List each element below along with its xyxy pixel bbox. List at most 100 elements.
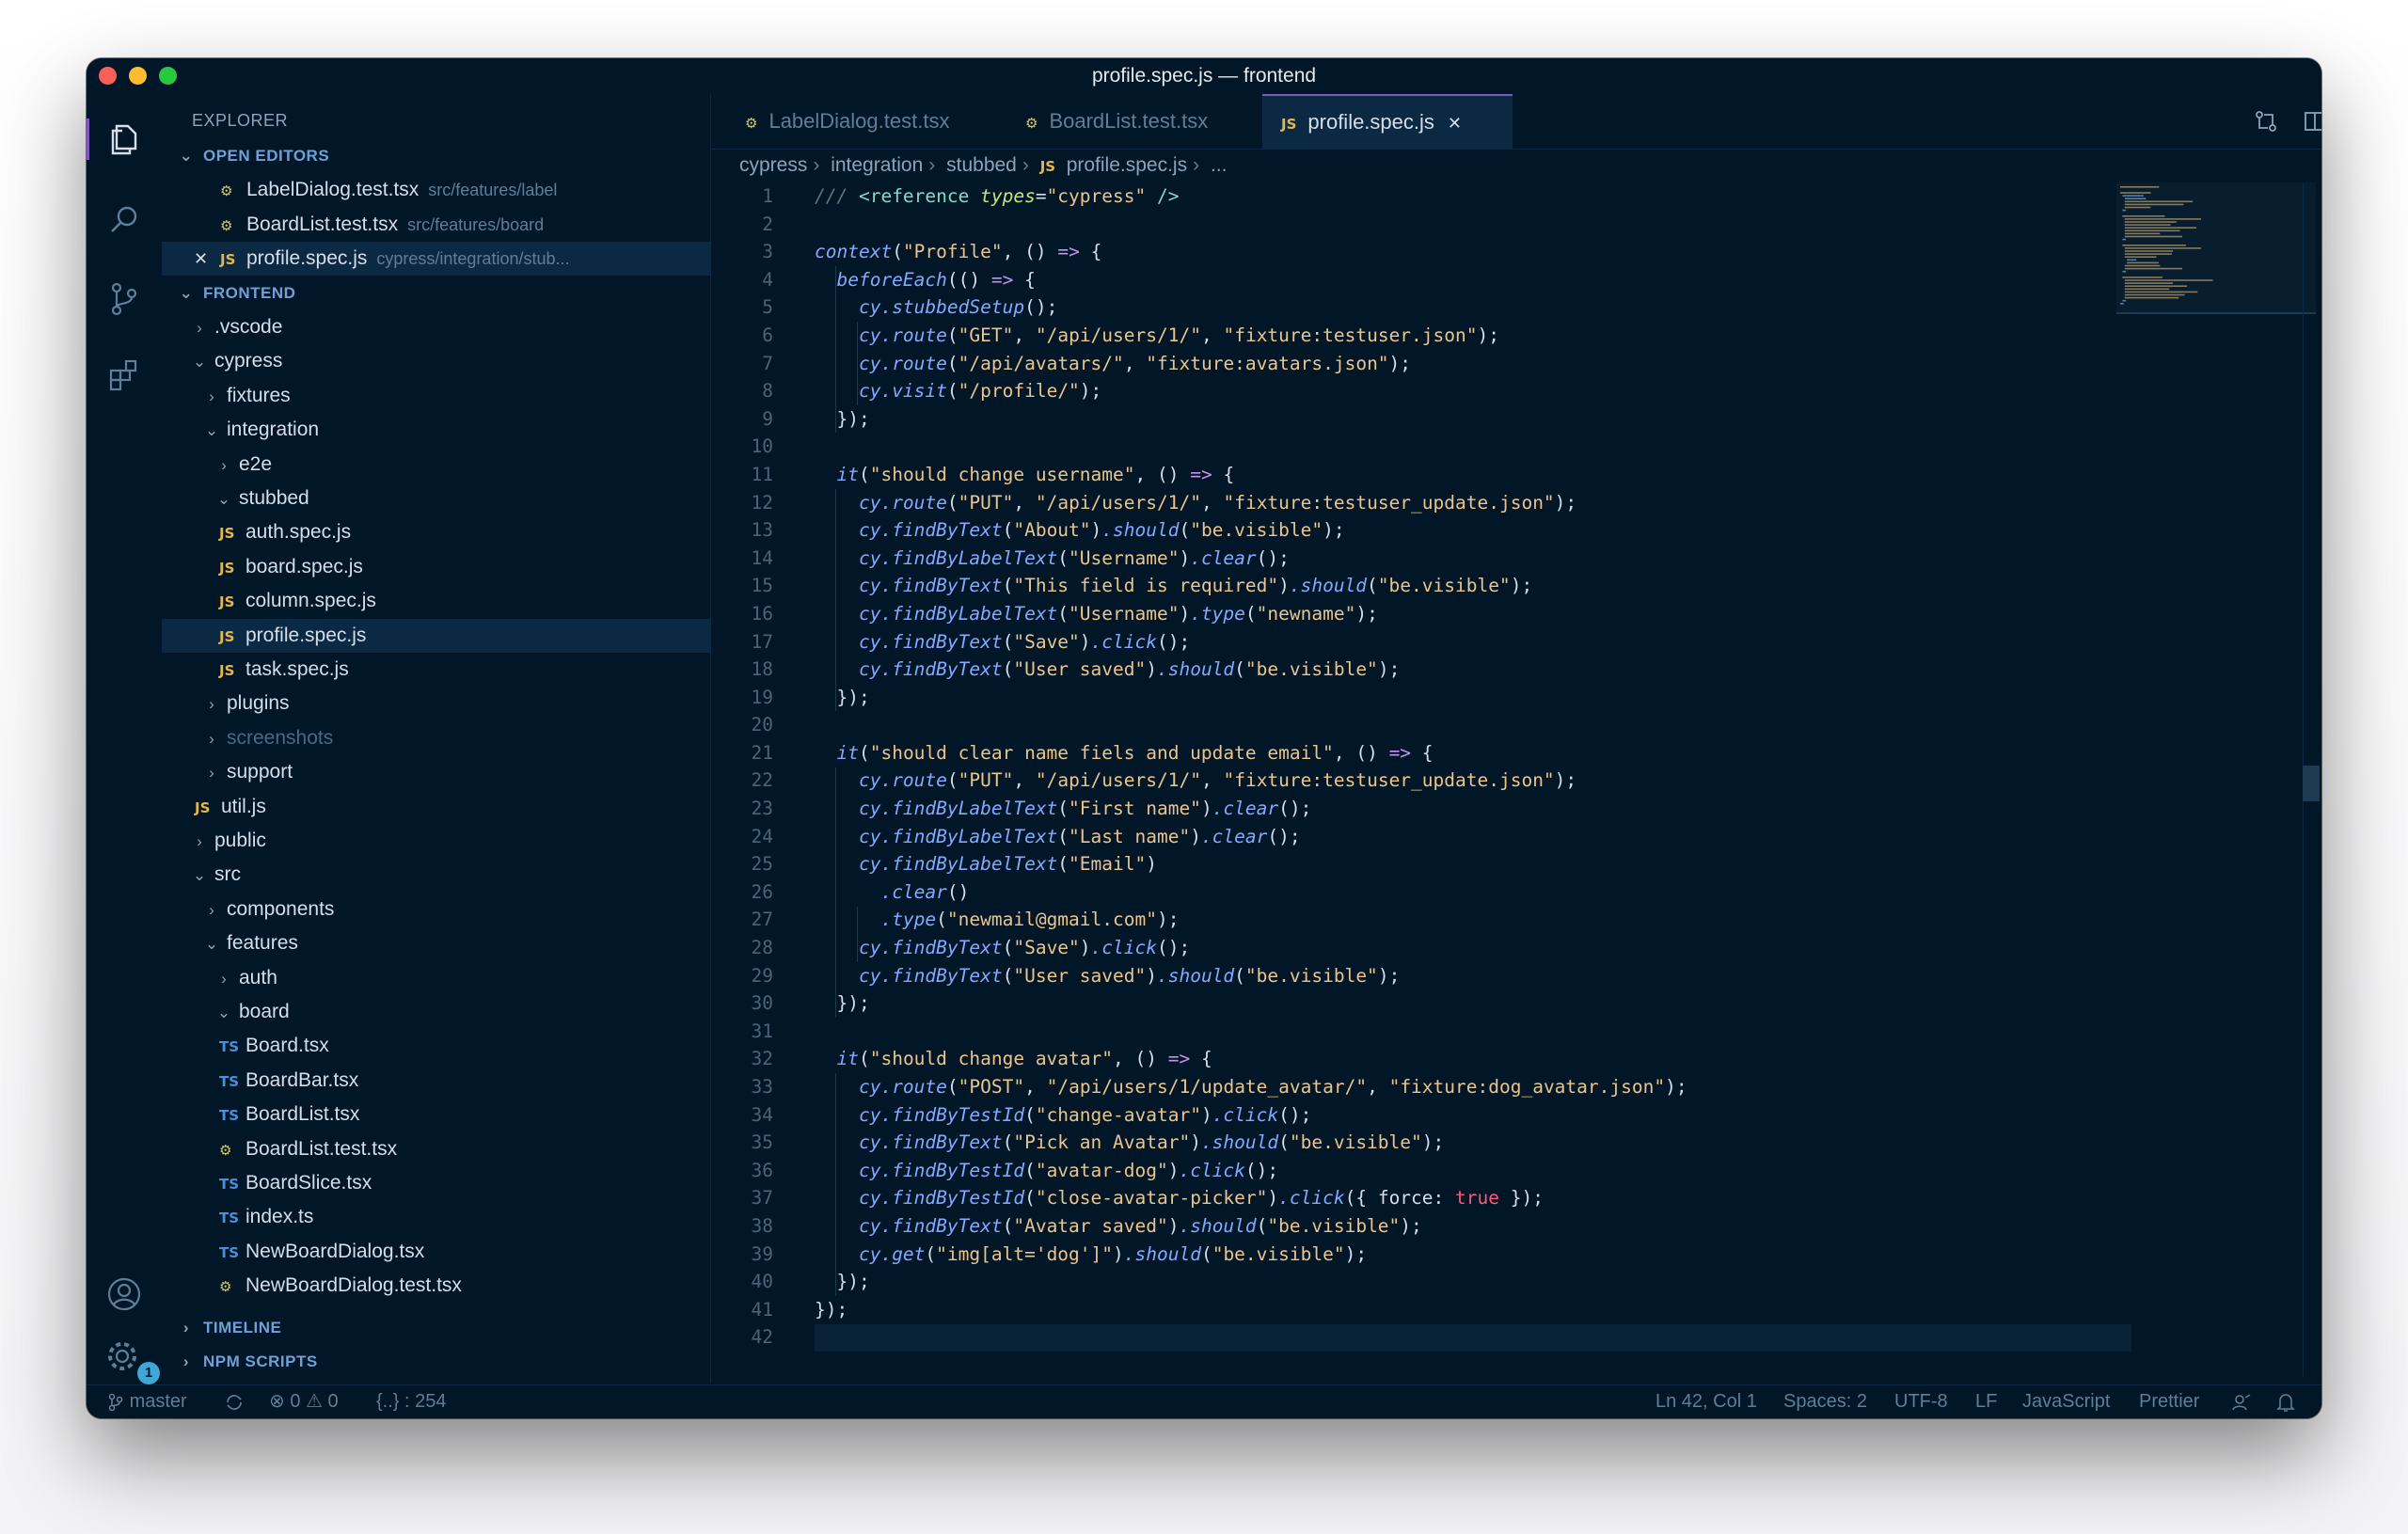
- search-activity-button[interactable]: [103, 199, 145, 241]
- tab-boardlist-test-tsx[interactable]: ⚙ BoardList.test.tsx: [1006, 94, 1266, 149]
- code-line[interactable]: cy.route("PUT", "/api/users/1/", "fixtur…: [815, 489, 1687, 517]
- code-line[interactable]: /// <reference types="cypress" />: [815, 182, 1687, 211]
- code-line[interactable]: cy.visit("/profile/");: [815, 377, 1687, 405]
- code-line[interactable]: });: [815, 1296, 1687, 1324]
- breadcrumb-item[interactable]: cypress: [739, 154, 807, 176]
- code-line[interactable]: cy.findByLabelText("Username").type("new…: [815, 600, 1687, 628]
- tree-file[interactable]: ⚙ BoardList.test.tsx: [162, 1132, 710, 1166]
- tree-folder[interactable]: ⌄ src: [162, 858, 710, 892]
- code-line[interactable]: cy.findByLabelText("First name").clear()…: [815, 795, 1687, 823]
- frontend-folder-section[interactable]: ⌄ FRONTEND: [162, 277, 710, 310]
- code-line[interactable]: });: [815, 1268, 1687, 1296]
- tree-file[interactable]: JS board.spec.js: [162, 550, 710, 584]
- source-control-activity-button[interactable]: [103, 278, 145, 320]
- notifications-button[interactable]: [2276, 1385, 2295, 1417]
- symbols-status[interactable]: {..} : 254: [376, 1385, 447, 1417]
- code-line[interactable]: cy.findByTestId("avatar-dog").click();: [815, 1157, 1687, 1185]
- code-line[interactable]: [815, 1018, 1687, 1046]
- code-line[interactable]: cy.findByLabelText("Username").clear();: [815, 545, 1687, 573]
- code-line[interactable]: cy.findByText("User saved").should("be.v…: [815, 656, 1687, 684]
- code-line[interactable]: beforeEach(() => {: [815, 266, 1687, 294]
- code-line[interactable]: cy.findByText("Pick an Avatar").should("…: [815, 1129, 1687, 1157]
- tree-folder[interactable]: › public: [162, 824, 710, 858]
- open-editors-section[interactable]: ⌄ OPEN EDITORS: [162, 139, 710, 173]
- open-editor-item[interactable]: ⚙ BoardList.test.tsx src/features/board: [162, 208, 710, 242]
- tree-folder[interactable]: › fixtures: [162, 379, 710, 413]
- branch-status[interactable]: master: [107, 1385, 187, 1417]
- indentation-status[interactable]: Spaces: 2: [1783, 1385, 1867, 1417]
- code-line[interactable]: cy.route("GET", "/api/users/1/", "fixtur…: [815, 322, 1687, 350]
- code-line[interactable]: .clear(): [815, 878, 1687, 907]
- code-line[interactable]: cy.get("img[alt='dog']").should("be.visi…: [815, 1241, 1687, 1269]
- tree-file[interactable]: JS auth.spec.js: [162, 515, 710, 549]
- code-line[interactable]: context("Profile", () => {: [815, 238, 1687, 266]
- scrollbar-thumb[interactable]: [2303, 766, 2320, 801]
- close-icon[interactable]: ✕: [1448, 114, 1462, 133]
- explorer-activity-button[interactable]: [87, 119, 165, 160]
- timeline-section[interactable]: › TIMELINE: [162, 1311, 710, 1345]
- tab-labeldialog-test-tsx[interactable]: ⚙ LabelDialog.test.tsx: [726, 94, 999, 149]
- open-editor-item[interactable]: ⚙ LabelDialog.test.tsx src/features/label: [162, 173, 710, 207]
- code-line[interactable]: cy.route("/api/avatars/", "fixture:avata…: [815, 350, 1687, 378]
- cursor-position-status[interactable]: Ln 42, Col 1: [1656, 1385, 1757, 1417]
- tab-profile-spec-js[interactable]: JS profile.spec.js ✕: [1262, 94, 1513, 149]
- tree-folder[interactable]: › screenshots: [162, 721, 710, 755]
- code-line[interactable]: cy.findByTestId("close-avatar-picker").c…: [815, 1184, 1687, 1212]
- breadcrumb-item[interactable]: integration: [831, 154, 923, 176]
- code-line[interactable]: cy.findByText("Save").click();: [815, 628, 1687, 656]
- code-line[interactable]: });: [815, 684, 1687, 712]
- breadcrumb-item[interactable]: profile.spec.js: [1067, 154, 1187, 176]
- tree-folder[interactable]: › support: [162, 755, 710, 789]
- formatter-status[interactable]: Prettier: [2139, 1385, 2199, 1417]
- code-line[interactable]: it("should clear name fiels and update e…: [815, 739, 1687, 767]
- tree-file[interactable]: JS profile.spec.js: [162, 618, 710, 653]
- code-line[interactable]: [815, 711, 1687, 739]
- feedback-button[interactable]: [2231, 1385, 2252, 1417]
- open-editor-item[interactable]: ✕ JS profile.spec.js cypress/integration/st…: [162, 242, 710, 277]
- tree-folder[interactable]: › auth: [162, 961, 710, 995]
- code-line[interactable]: it("should change username", () => {: [815, 461, 1687, 489]
- close-icon[interactable]: ✕: [194, 243, 220, 277]
- tree-folder[interactable]: › .vscode: [162, 310, 710, 344]
- tree-file[interactable]: ⚙ NewBoardDialog.test.tsx: [162, 1269, 710, 1303]
- tree-file[interactable]: JS util.js: [162, 790, 710, 824]
- tree-folder[interactable]: ⌄ integration: [162, 413, 710, 447]
- tree-folder[interactable]: › plugins: [162, 687, 710, 720]
- tree-folder[interactable]: ⌄ features: [162, 926, 710, 960]
- tree-file[interactable]: TS BoardList.tsx: [162, 1098, 710, 1131]
- code-line[interactable]: });: [815, 989, 1687, 1018]
- tree-folder[interactable]: ⌄ board: [162, 995, 710, 1029]
- code-line[interactable]: cy.findByTestId("change-avatar").click()…: [815, 1101, 1687, 1130]
- code-line[interactable]: });: [815, 405, 1687, 434]
- eol-status[interactable]: LF: [1975, 1385, 1997, 1417]
- accounts-activity-button[interactable]: [103, 1273, 145, 1315]
- code-line[interactable]: cy.findByText("This field is required").…: [815, 572, 1687, 600]
- tree-file[interactable]: JS task.spec.js: [162, 653, 710, 687]
- tree-file[interactable]: TS BoardSlice.tsx: [162, 1166, 710, 1200]
- code-line[interactable]: [815, 211, 1687, 239]
- npm-scripts-section[interactable]: › NPM SCRIPTS: [162, 1345, 710, 1379]
- minimap[interactable]: [2116, 182, 2297, 314]
- tree-folder[interactable]: › e2e: [162, 448, 710, 482]
- extensions-activity-button[interactable]: [103, 354, 145, 395]
- code-line[interactable]: [815, 433, 1687, 461]
- language-mode-status[interactable]: JavaScript: [2022, 1385, 2110, 1417]
- tree-file[interactable]: JS column.spec.js: [162, 584, 710, 618]
- tree-file[interactable]: TS index.ts: [162, 1200, 710, 1234]
- open-changes-button[interactable]: [2252, 107, 2280, 135]
- code-line[interactable]: [815, 1323, 1687, 1352]
- sync-button[interactable]: [224, 1385, 245, 1417]
- code-line[interactable]: cy.route("PUT", "/api/users/1/", "fixtur…: [815, 767, 1687, 795]
- tree-file[interactable]: TS BoardBar.tsx: [162, 1064, 710, 1098]
- code-line[interactable]: cy.findByText("User saved").should("be.v…: [815, 962, 1687, 990]
- manage-activity-button[interactable]: 1: [103, 1337, 160, 1384]
- code-editor[interactable]: 1 2 3 4 5 6 7 8 9 10 11 12 13 14 15 16 17 18 19 20 21 22 23 24 2…: [711, 182, 2321, 1383]
- code-line[interactable]: cy.stubbedSetup();: [815, 293, 1687, 322]
- code-line[interactable]: cy.findByText("Avatar saved").should("be…: [815, 1212, 1687, 1241]
- encoding-status[interactable]: UTF-8: [1894, 1385, 1948, 1417]
- code-content[interactable]: /// <reference types="cypress" /> context…: [815, 182, 1687, 1352]
- code-line[interactable]: cy.route("POST", "/api/users/1/update_av…: [815, 1073, 1687, 1101]
- code-line[interactable]: cy.findByLabelText("Last name").clear();: [815, 823, 1687, 851]
- tree-folder[interactable]: › components: [162, 893, 710, 926]
- tree-folder[interactable]: ⌄ stubbed: [162, 482, 710, 515]
